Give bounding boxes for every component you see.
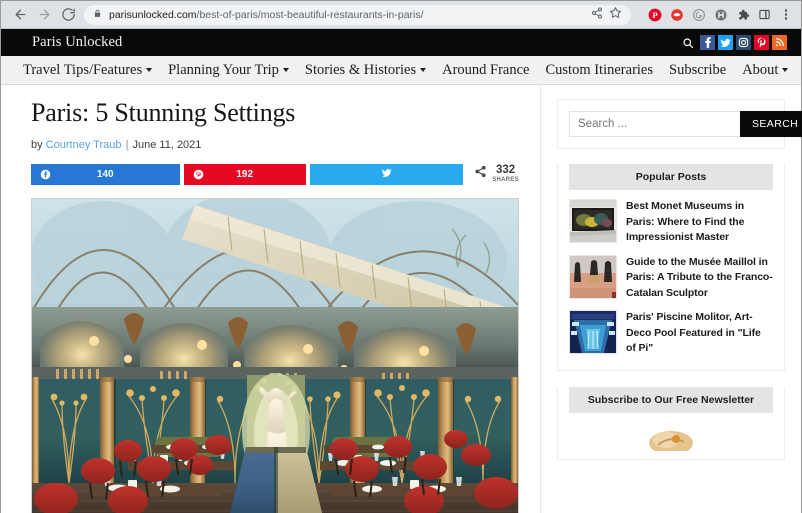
reload-button[interactable] [57, 4, 79, 26]
instagram-icon[interactable] [736, 35, 751, 50]
share-total-label: SHARES [492, 177, 520, 184]
ebates-extension-icon[interactable] [669, 7, 684, 22]
star-icon[interactable] [609, 6, 622, 24]
search-input[interactable] [569, 111, 740, 137]
extension-icons: P [638, 7, 793, 22]
publish-date: June 11, 2021 [132, 138, 202, 151]
share-bar: 140 192 332 SHARES [31, 163, 520, 185]
chevron-down-icon [782, 68, 789, 72]
share-pinterest-button[interactable]: 192 [183, 163, 306, 185]
newsletter-body [558, 413, 784, 459]
nav-item-travel-tips[interactable]: Travel Tips/Features [15, 62, 160, 79]
forward-button[interactable] [33, 4, 55, 26]
site-header: Paris Unlocked [1, 29, 801, 56]
back-button[interactable] [9, 4, 31, 26]
share-nodes-icon [474, 165, 487, 183]
nav-item-subscribe[interactable]: Subscribe [661, 62, 734, 79]
twitter-bird-icon [380, 166, 393, 182]
chevron-down-icon [282, 68, 289, 72]
share-twitter-button[interactable] [309, 163, 464, 185]
browser-window: parisunlocked.com/best-of-paris/most-bea… [0, 0, 802, 513]
url-domain: parisunlocked.com [109, 8, 197, 21]
piscine-molitor-thumb [569, 310, 617, 355]
address-bar[interactable]: parisunlocked.com/best-of-paris/most-bea… [84, 4, 631, 25]
popular-posts-heading: Popular Posts [569, 164, 773, 190]
facebook-icon [40, 169, 51, 180]
nav-label: Stories & Histories [304, 61, 417, 78]
nav-label: Travel Tips/Features [23, 61, 143, 78]
share-total-count: 332 [496, 163, 516, 176]
url-text: parisunlocked.com/best-of-paris/most-bea… [109, 9, 424, 21]
newsletter-widget: Subscribe to Our Free Newsletter [557, 386, 785, 460]
share-pinterest-count: 192 [236, 168, 254, 180]
nav-item-planning-your-trip[interactable]: Planning Your Trip [160, 62, 297, 79]
share-facebook-button[interactable]: 140 [31, 163, 180, 185]
nav-label: About [742, 61, 779, 78]
newsletter-thumb [640, 420, 702, 451]
page-body: Paris: 5 Stunning Settings by Courtney T… [1, 85, 802, 513]
list-item[interactable]: Best Monet Museums in Paris: Where to Fi… [569, 199, 773, 246]
nav-item-stories-histories[interactable]: Stories & Histories [297, 62, 434, 79]
rss-icon[interactable] [772, 35, 787, 50]
share-facebook-count: 140 [96, 168, 114, 180]
lock-icon [93, 6, 102, 24]
popular-posts-widget: Popular Posts Best Monet Museums in Pari… [557, 164, 785, 371]
byline-separator: | [125, 138, 129, 151]
puzzle-extensions-icon[interactable] [735, 7, 750, 22]
pinterest-extension-icon[interactable]: P [647, 7, 662, 22]
nav-label: Around France [442, 61, 530, 78]
list-item-title: Best Monet Museums in Paris: Where to Fi… [626, 200, 745, 244]
nav-label: Planning Your Trip [168, 61, 279, 78]
main-navigation: Travel Tips/Features Planning Your Trip … [1, 56, 801, 85]
sidebar: SEARCH Popular Posts [541, 85, 802, 513]
list-item[interactable]: Paris' Piscine Molitor, Art-Deco Pool Fe… [569, 310, 773, 357]
social-links [681, 35, 787, 50]
share-total: 332 SHARES [474, 163, 520, 184]
nav-label: Subscribe [669, 61, 727, 78]
newsletter-heading: Subscribe to Our Free Newsletter [569, 386, 773, 413]
chevron-down-icon [420, 68, 427, 72]
nav-item-about[interactable]: About [734, 62, 796, 79]
header-search-icon[interactable] [681, 36, 695, 50]
maillol-sculptures-thumb [569, 254, 617, 299]
pinterest-icon [193, 169, 204, 180]
nav-item-custom-itineraries[interactable]: Custom Itineraries [537, 62, 661, 79]
grammarly-extension-icon[interactable] [691, 7, 706, 22]
facebook-icon[interactable] [700, 35, 715, 50]
sidepanel-icon[interactable] [757, 7, 772, 22]
monet-painting-thumb [569, 199, 617, 243]
article-column: Paris: 5 Stunning Settings by Courtney T… [1, 85, 541, 513]
browser-toolbar: parisunlocked.com/best-of-paris/most-bea… [1, 1, 801, 29]
nav-label: Custom Itineraries [545, 61, 654, 78]
byline-prefix: by [31, 138, 43, 151]
url-path: /best-of-paris/most-beautiful-restaurant… [196, 8, 424, 21]
page-title: Paris: 5 Stunning Settings [31, 98, 296, 127]
article-hero-image [31, 197, 519, 513]
list-item[interactable]: Guide to the Musée Maillol in Paris: A T… [569, 254, 773, 302]
byline: by Courtney Traub | June 11, 2021 [31, 139, 519, 151]
nav-item-around-france[interactable]: Around France [434, 62, 537, 79]
search-button[interactable]: SEARCH [740, 111, 802, 137]
search-widget: SEARCH [557, 99, 802, 149]
list-item-title: Guide to the Musée Maillol in Paris: A T… [626, 255, 773, 299]
site-brand[interactable]: Paris Unlocked [32, 34, 122, 51]
share-icon[interactable] [591, 6, 603, 24]
honey-extension-icon[interactable] [713, 7, 728, 22]
pinterest-icon[interactable] [754, 35, 769, 50]
list-item-title: Paris' Piscine Molitor, Art-Deco Pool Fe… [626, 311, 761, 355]
twitter-icon[interactable] [718, 35, 733, 50]
three-dot-menu-icon[interactable] [779, 7, 793, 22]
svg-text:P: P [652, 10, 658, 20]
author-link[interactable]: Courtney Traub [46, 139, 122, 151]
chevron-down-icon [146, 68, 153, 72]
